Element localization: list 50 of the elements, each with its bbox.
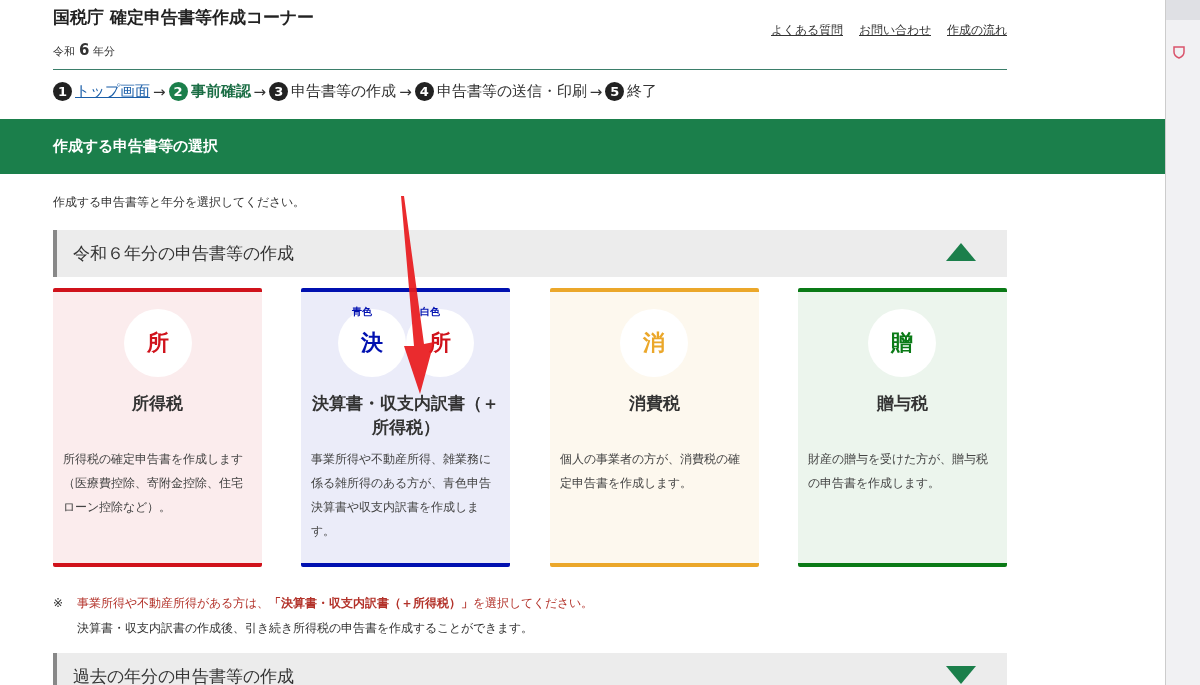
header-link[interactable]: お問い合わせ [859, 22, 931, 39]
card-title: 所得税 [131, 392, 184, 415]
header-link[interactable]: 作成の流れ [947, 22, 1007, 39]
badge-tag: 青色 [351, 305, 372, 319]
year-prefix: 令和 [53, 44, 75, 59]
section-header[interactable]: 令和６年分の申告書等の作成 [53, 230, 1007, 277]
header-link[interactable]: よくある質問 [771, 22, 843, 39]
step-label: 終了 [627, 82, 658, 101]
expand-triangle-icon[interactable] [945, 665, 977, 685]
warning-text: 事業所得や不動産所得がある方は、「決算書・収支内訳書（＋所得税）」を選択してください。 [77, 595, 593, 612]
instruction-text: 作成する申告書等と年分を選択してください。 [53, 194, 306, 211]
kanji-badge: 消 [620, 309, 689, 377]
tax-card[interactable]: 消 消費税 個人の事業者の方が、消費税の確定申告書を作成します。 [549, 288, 759, 567]
step-number: 2 [168, 82, 188, 101]
step-number: 1 [53, 82, 72, 101]
step-label: 事前確認 [190, 82, 251, 101]
card-title: 決算書・収支内訳書（＋所得税） [311, 392, 501, 439]
step-number: 4 [414, 82, 434, 101]
section-header[interactable]: 過去の年分の申告書等の作成 [53, 653, 1007, 685]
step-number: 3 [269, 82, 289, 101]
section-title: 過去の年分の申告書等の作成 [73, 665, 294, 685]
step-arrow: → [589, 82, 603, 101]
card-description: 事業所得や不動産所得、雑業務に係る雑所得のある方が、青色申告決算書や収支内訳書を作成します。 [310, 451, 493, 540]
shield-icon [1172, 45, 1186, 59]
card-title: 消費税 [627, 392, 681, 415]
site-title: 国税庁 確定申告書等作成コーナー [53, 6, 314, 29]
step-arrow: → [253, 82, 267, 101]
section-title: 令和６年分の申告書等の作成 [73, 242, 294, 265]
card-description: 個人の事業者の方が、消費税の確定申告書を作成します。 [558, 451, 741, 492]
step-number: 5 [605, 82, 625, 101]
kanji-badge: 所 [123, 309, 192, 377]
tax-card[interactable]: 青色 決 白色 所 決算書・収支内訳書（＋所得税） 事業所得や不動産所得、雑業務に係る雑所得のある方が、青色申告決算書や収支内訳書を作成します。 [301, 288, 511, 567]
collapse-triangle-icon[interactable] [945, 242, 977, 262]
tax-card[interactable]: 所 所得税 所得税の確定申告書を作成します（医療費控除、寄附金控除、住宅ローン控除など）。 [53, 288, 262, 567]
card-description: 所得税の確定申告書を作成します（医療費控除、寄附金控除、住宅ローン控除など）。 [62, 451, 244, 516]
step-label: 申告書等の送信・印刷 [436, 82, 587, 101]
card-title: 贈与税 [876, 392, 929, 415]
year-suffix: 年分 [93, 44, 116, 59]
note-text: 決算書・収支内訳書の作成後、引き続き所得税の申告書を作成することができます。 [76, 620, 534, 637]
badge-tag: 白色 [419, 305, 440, 319]
step-arrow: → [153, 82, 166, 101]
step-arrow: → [399, 82, 412, 101]
year-number: 6 [79, 41, 90, 59]
kanji-badge: 贈 [868, 309, 937, 377]
card-description: 財産の贈与を受けた方が、贈与税の申告書を作成します。 [807, 451, 989, 492]
step-label: 申告書等の作成 [291, 82, 397, 101]
tax-card[interactable]: 贈 贈与税 財産の贈与を受けた方が、贈与税の申告書を作成します。 [798, 288, 1007, 567]
note-mark: ※ [53, 595, 65, 612]
page-title: 作成する申告書等の選択 [0, 119, 1165, 174]
step-link[interactable]: トップ画面 [75, 82, 150, 101]
